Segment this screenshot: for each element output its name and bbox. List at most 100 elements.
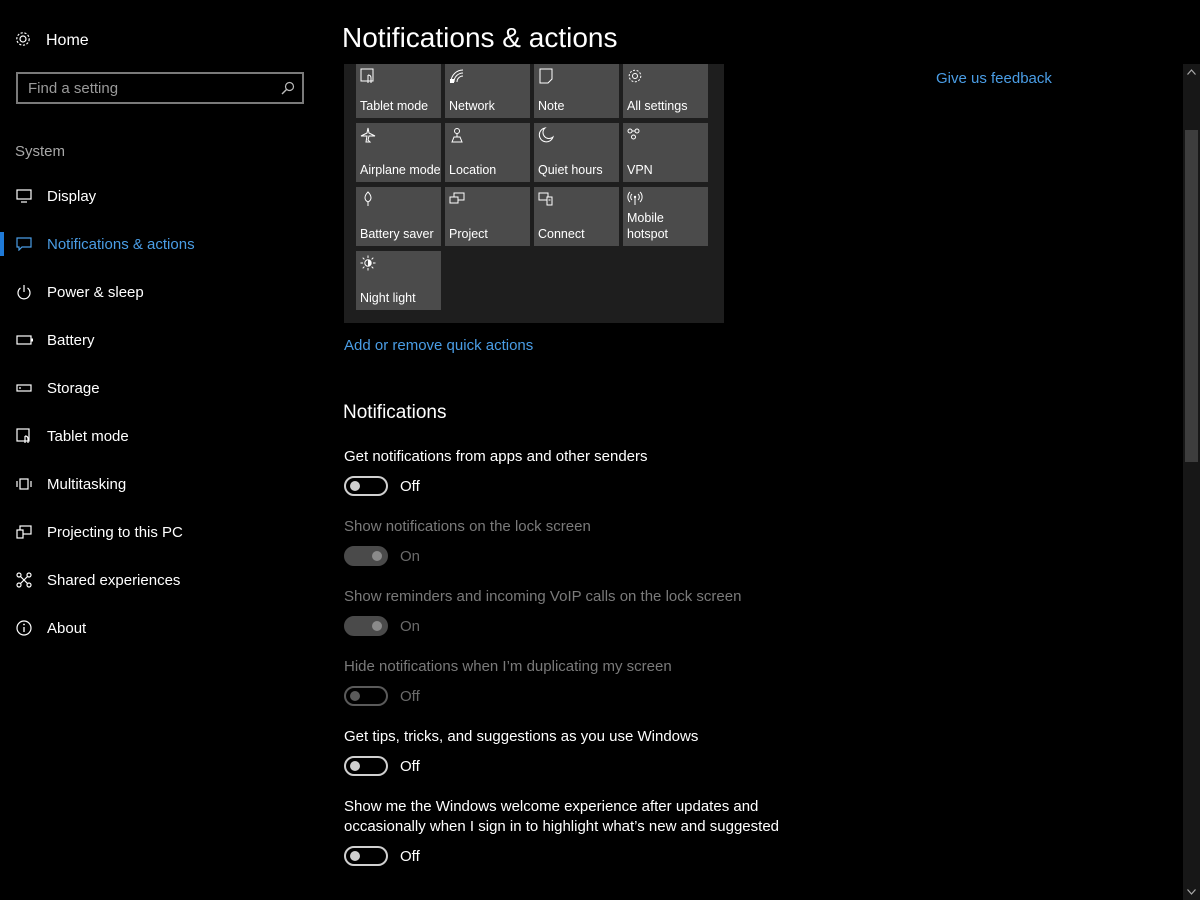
toggle-reminders-voip[interactable] bbox=[344, 616, 388, 636]
toggle-state-label: On bbox=[400, 617, 421, 635]
search-icon[interactable] bbox=[274, 81, 302, 95]
airplane-icon bbox=[360, 127, 376, 143]
quick-action-note[interactable]: Note bbox=[534, 64, 619, 118]
search-box[interactable] bbox=[16, 72, 304, 104]
quick-action-label: Connect bbox=[538, 227, 585, 241]
toggle-state-label: Off bbox=[400, 757, 420, 775]
setting-description: Get tips, tricks, and suggestions as you… bbox=[344, 728, 699, 745]
sidebar-item-label: Tablet mode bbox=[47, 427, 129, 445]
setting-description: Hide notifications when I’m duplicating … bbox=[344, 658, 672, 675]
quick-action-quiet-hours[interactable]: Quiet hours bbox=[534, 123, 619, 182]
toggle-knob bbox=[350, 761, 360, 771]
home-link[interactable]: Home bbox=[14, 28, 89, 54]
quick-action-label: Quiet hours bbox=[538, 163, 603, 177]
quick-action-mobile-hotspot[interactable]: Mobile hotspot bbox=[623, 187, 708, 246]
quick-action-label: Project bbox=[449, 227, 488, 241]
sidebar-item-notifications-actions[interactable]: Notifications & actions bbox=[0, 220, 320, 268]
sidebar-item-display[interactable]: Display bbox=[0, 172, 320, 220]
main-content: Notifications & actions Give us feedback… bbox=[320, 0, 1200, 900]
toggle-tips-tricks[interactable] bbox=[344, 756, 388, 776]
add-remove-quick-actions-link[interactable]: Add or remove quick actions bbox=[344, 337, 533, 354]
sidebar-item-about[interactable]: About bbox=[0, 604, 320, 652]
toggle-welcome-experience[interactable] bbox=[344, 846, 388, 866]
quick-action-airplane-mode[interactable]: Airplane mode bbox=[356, 123, 441, 182]
scroll-up-icon[interactable] bbox=[1183, 64, 1200, 80]
sidebar-item-label: Power & sleep bbox=[47, 283, 144, 301]
sidebar-item-label: Storage bbox=[47, 379, 100, 397]
setting-lock-screen-notifications: Show notifications on the lock screen On bbox=[344, 517, 824, 566]
sidebar-item-projecting[interactable]: Projecting to this PC bbox=[0, 508, 320, 556]
multitasking-icon bbox=[0, 478, 47, 490]
storage-icon bbox=[0, 384, 47, 392]
project-icon bbox=[449, 191, 465, 207]
setting-description: Show notifications on the lock screen bbox=[344, 518, 591, 535]
section-title-notifications: Notifications bbox=[343, 402, 447, 423]
sidebar-item-label: Projecting to this PC bbox=[47, 523, 183, 541]
toggle-state-label: Off bbox=[400, 687, 420, 705]
toggle-row: On bbox=[344, 616, 824, 636]
network-icon bbox=[449, 68, 465, 84]
quick-actions-grid: Tablet mode Network Note All settings Ai… bbox=[356, 64, 708, 310]
toggle-lock-screen-notifications[interactable] bbox=[344, 546, 388, 566]
quick-action-label: Mobile hotspot bbox=[627, 211, 669, 241]
sidebar-item-label: Multitasking bbox=[47, 475, 127, 493]
quick-action-connect[interactable]: Connect bbox=[534, 187, 619, 246]
toggle-row: On bbox=[344, 546, 824, 566]
quick-action-label: Battery saver bbox=[360, 227, 434, 241]
scroll-down-icon[interactable] bbox=[1183, 884, 1200, 900]
sidebar-item-shared-experiences[interactable]: Shared experiences bbox=[0, 556, 320, 604]
section-label-system: System bbox=[15, 143, 66, 160]
note-icon bbox=[538, 68, 554, 84]
mobile-hotspot-icon bbox=[627, 191, 643, 207]
sidebar-item-storage[interactable]: Storage bbox=[0, 364, 320, 412]
quick-action-night-light[interactable]: Night light bbox=[356, 251, 441, 310]
setting-reminders-voip: Show reminders and incoming VoIP calls o… bbox=[344, 587, 824, 636]
vertical-scrollbar[interactable] bbox=[1183, 64, 1200, 900]
quick-action-all-settings[interactable]: All settings bbox=[623, 64, 708, 118]
quick-action-network[interactable]: Network bbox=[445, 64, 530, 118]
sidebar-item-tablet-mode[interactable]: Tablet mode bbox=[0, 412, 320, 460]
sidebar-item-power-sleep[interactable]: Power & sleep bbox=[0, 268, 320, 316]
battery-icon bbox=[0, 335, 47, 345]
quick-action-label: Network bbox=[449, 99, 495, 113]
scrollbar-thumb[interactable] bbox=[1185, 130, 1198, 462]
location-icon bbox=[449, 127, 465, 143]
give-feedback-link[interactable]: Give us feedback bbox=[936, 70, 1052, 87]
quick-action-battery-saver[interactable]: Battery saver bbox=[356, 187, 441, 246]
quick-action-project[interactable]: Project bbox=[445, 187, 530, 246]
quick-action-tablet-mode[interactable]: Tablet mode bbox=[356, 64, 441, 118]
quick-action-label: Night light bbox=[360, 291, 416, 305]
setting-hide-when-duplicating: Hide notifications when I’m duplicating … bbox=[344, 657, 824, 706]
vpn-icon bbox=[627, 127, 643, 143]
quick-action-label: VPN bbox=[627, 163, 653, 177]
toggle-state-label: Off bbox=[400, 847, 420, 865]
connect-icon bbox=[538, 191, 554, 207]
quick-action-location[interactable]: Location bbox=[445, 123, 530, 182]
info-icon bbox=[0, 620, 47, 636]
quick-action-label: Note bbox=[538, 99, 565, 113]
setting-welcome-experience: Show me the Windows welcome experience a… bbox=[344, 797, 804, 866]
setting-tips-tricks: Get tips, tricks, and suggestions as you… bbox=[344, 727, 824, 776]
sidebar-item-label: Battery bbox=[47, 331, 95, 349]
toggle-state-label: On bbox=[400, 547, 421, 565]
toggle-get-notifications[interactable] bbox=[344, 476, 388, 496]
sidebar-item-multitasking[interactable]: Multitasking bbox=[0, 460, 320, 508]
sidebar-item-label: Shared experiences bbox=[47, 571, 181, 589]
sidebar-item-label: About bbox=[47, 619, 87, 637]
toggle-hide-when-duplicating[interactable] bbox=[344, 686, 388, 706]
message-icon bbox=[0, 237, 47, 251]
quick-action-vpn[interactable]: VPN bbox=[623, 123, 708, 182]
sidebar-item-battery[interactable]: Battery bbox=[0, 316, 320, 364]
gear-icon bbox=[14, 30, 32, 53]
toggle-row: Off bbox=[344, 846, 804, 866]
projecting-icon bbox=[0, 525, 47, 539]
search-input[interactable] bbox=[18, 74, 274, 102]
quick-actions-panel: Tablet mode Network Note All settings Ai… bbox=[344, 64, 724, 323]
tablet-mode-icon bbox=[0, 428, 47, 444]
setting-description: Show me the Windows welcome experience a… bbox=[344, 798, 779, 835]
quick-action-label: Airplane mode bbox=[360, 163, 441, 177]
toggle-knob bbox=[350, 481, 360, 491]
battery-saver-icon bbox=[360, 191, 376, 207]
quick-action-label: Tablet mode bbox=[360, 99, 429, 113]
sidebar: Home System Display Notifications & acti… bbox=[0, 0, 320, 900]
